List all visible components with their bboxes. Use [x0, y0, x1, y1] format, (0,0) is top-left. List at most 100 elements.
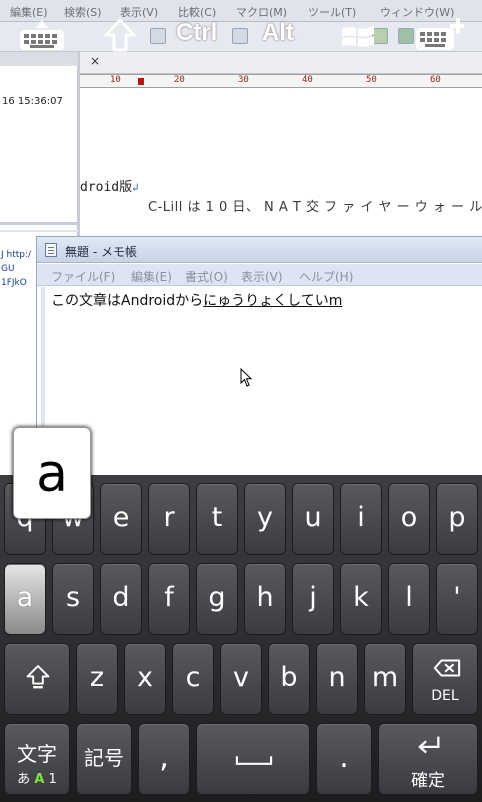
key-a[interactable]: a — [4, 563, 46, 635]
notepad-menu-edit[interactable]: 編集(E) — [131, 268, 172, 285]
key-apostrophe[interactable]: ' — [436, 563, 478, 635]
notepad-menu-format[interactable]: 書式(O) — [185, 268, 228, 285]
editor-line-2: C-Lill は 1 0 日、 N A T 交 フ ァ イ ヤ ー ウ ォ ー … — [148, 200, 482, 215]
ruler-number: 10 — [110, 75, 121, 85]
key-b[interactable]: b — [268, 643, 310, 715]
key-d[interactable]: d — [100, 563, 142, 635]
key-enter[interactable]: 確定 — [378, 723, 478, 795]
key-label: l — [405, 582, 413, 613]
key-label: . — [339, 740, 349, 775]
ctrl-key-button[interactable]: Ctrl — [176, 19, 217, 47]
key-t[interactable]: t — [196, 483, 238, 555]
key-label: p — [448, 502, 466, 533]
divider — [0, 222, 78, 225]
key-label: z — [89, 662, 105, 693]
notepad-text-line: この文章はAndroidからにゅうりょくしていm — [51, 290, 342, 310]
key-z[interactable]: z — [76, 643, 118, 715]
editor-toolbar — [0, 22, 482, 52]
windows-logo-icon[interactable] — [340, 22, 376, 52]
key-symbols[interactable]: 記号 — [76, 723, 132, 795]
key-label: ' — [453, 582, 461, 613]
tab-close-button[interactable]: × — [86, 54, 104, 70]
key-label: y — [257, 502, 273, 533]
key-h[interactable]: h — [244, 563, 286, 635]
toolbar-button[interactable] — [150, 28, 166, 44]
toolbar-button[interactable] — [398, 28, 414, 44]
notepad-text-area[interactable]: この文章はAndroidからにゅうりょくしていm — [41, 287, 481, 475]
key-label: n — [328, 662, 346, 693]
notepad-title: 無題 - メモ帳 — [65, 245, 137, 259]
key-u[interactable]: u — [292, 483, 334, 555]
key-label: r — [163, 502, 175, 533]
notepad-titlebar[interactable]: 無題 - メモ帳 — [37, 237, 482, 263]
editor-menubar: 編集(E) 検索(S) 表示(V) 比較(C) マクロ(M) ツール(T) ウィ… — [0, 0, 482, 22]
key-g[interactable]: g — [196, 563, 238, 635]
keyboard-settings-icon[interactable] — [416, 18, 464, 52]
menu-compare[interactable]: 比較(C) — [178, 4, 216, 20]
key-f[interactable]: f — [148, 563, 190, 635]
key-label: o — [400, 502, 418, 533]
key-label: f — [164, 582, 174, 613]
background-window-timestamp: 16 15:36:07 — [2, 96, 63, 107]
remote-desktop[interactable]: 編集(E) 検索(S) 表示(V) 比較(C) マクロ(M) ツール(T) ウィ… — [0, 0, 482, 475]
key-v[interactable]: v — [220, 643, 262, 715]
key-label: 記号 — [84, 746, 124, 770]
key-p[interactable]: p — [436, 483, 478, 555]
key-o[interactable]: o — [388, 483, 430, 555]
committed-text: この文章はAndroidから — [51, 293, 204, 309]
key-j[interactable]: j — [292, 563, 334, 635]
key-i[interactable]: i — [340, 483, 382, 555]
enter-label: 確定 — [411, 771, 445, 791]
shift-arrow-icon[interactable] — [104, 18, 136, 52]
composing-text: にゅうりょくしていm — [203, 293, 343, 309]
notepad-menu-view[interactable]: 表示(V) — [241, 268, 283, 285]
key-preview-char: a — [36, 444, 68, 504]
editor-tabstrip — [80, 52, 482, 74]
key-s[interactable]: s — [52, 563, 94, 635]
key-label: c — [185, 662, 201, 693]
key-label: g — [208, 582, 226, 613]
key-label: x — [137, 662, 153, 693]
key-label: d — [112, 582, 130, 613]
screen: 編集(E) 検索(S) 表示(V) 比較(C) マクロ(M) ツール(T) ウィ… — [0, 0, 482, 802]
notepad-menu-help[interactable]: ヘルプ(H) — [299, 268, 353, 285]
key-m[interactable]: m — [364, 643, 406, 715]
keyboard-toggle-icon[interactable] — [18, 18, 66, 52]
toolbar-button[interactable] — [232, 28, 248, 44]
key-c[interactable]: c — [172, 643, 214, 715]
backspace-icon — [433, 659, 461, 677]
key-comma[interactable]: , — [138, 723, 190, 795]
editor-line-1-text: droid版 — [80, 180, 133, 195]
alt-key-button[interactable]: Alt — [262, 19, 294, 47]
key-x[interactable]: x — [124, 643, 166, 715]
key-input-mode[interactable]: 文字 あ A 1 — [4, 723, 70, 795]
key-label: h — [256, 582, 274, 613]
key-l[interactable]: l — [388, 563, 430, 635]
key-label: m — [371, 662, 399, 693]
menu-tools[interactable]: ツール(T) — [308, 4, 356, 20]
notepad-menu-file[interactable]: ファイル(F) — [51, 268, 115, 285]
space-icon — [235, 756, 273, 765]
mode-numeric: 1 — [48, 772, 57, 787]
key-preview-popup: a — [13, 427, 91, 519]
key-shift[interactable] — [4, 643, 70, 715]
key-label: a — [16, 582, 34, 613]
key-space[interactable] — [196, 723, 310, 795]
key-label: s — [65, 582, 81, 613]
key-e[interactable]: e — [100, 483, 142, 555]
soft-keyboard: q w e r t y u i o p a s d f g h j k l ' … — [0, 475, 482, 802]
key-period[interactable]: . — [316, 723, 372, 795]
key-label: t — [211, 502, 223, 533]
key-k[interactable]: k — [340, 563, 382, 635]
menu-macro[interactable]: マクロ(M) — [236, 4, 287, 20]
key-r[interactable]: r — [148, 483, 190, 555]
key-y[interactable]: y — [244, 483, 286, 555]
background-window-titlebar — [0, 52, 78, 66]
key-label: u — [304, 502, 322, 533]
key-delete[interactable]: DEL — [412, 643, 478, 715]
menu-search[interactable]: 検索(S) — [64, 4, 102, 20]
notepad-window[interactable]: 無題 - メモ帳 ファイル(F) 編集(E) 書式(O) 表示(V) ヘルプ(H… — [36, 236, 482, 475]
key-n[interactable]: n — [316, 643, 358, 715]
divider — [0, 230, 78, 232]
key-label: b — [280, 662, 298, 693]
